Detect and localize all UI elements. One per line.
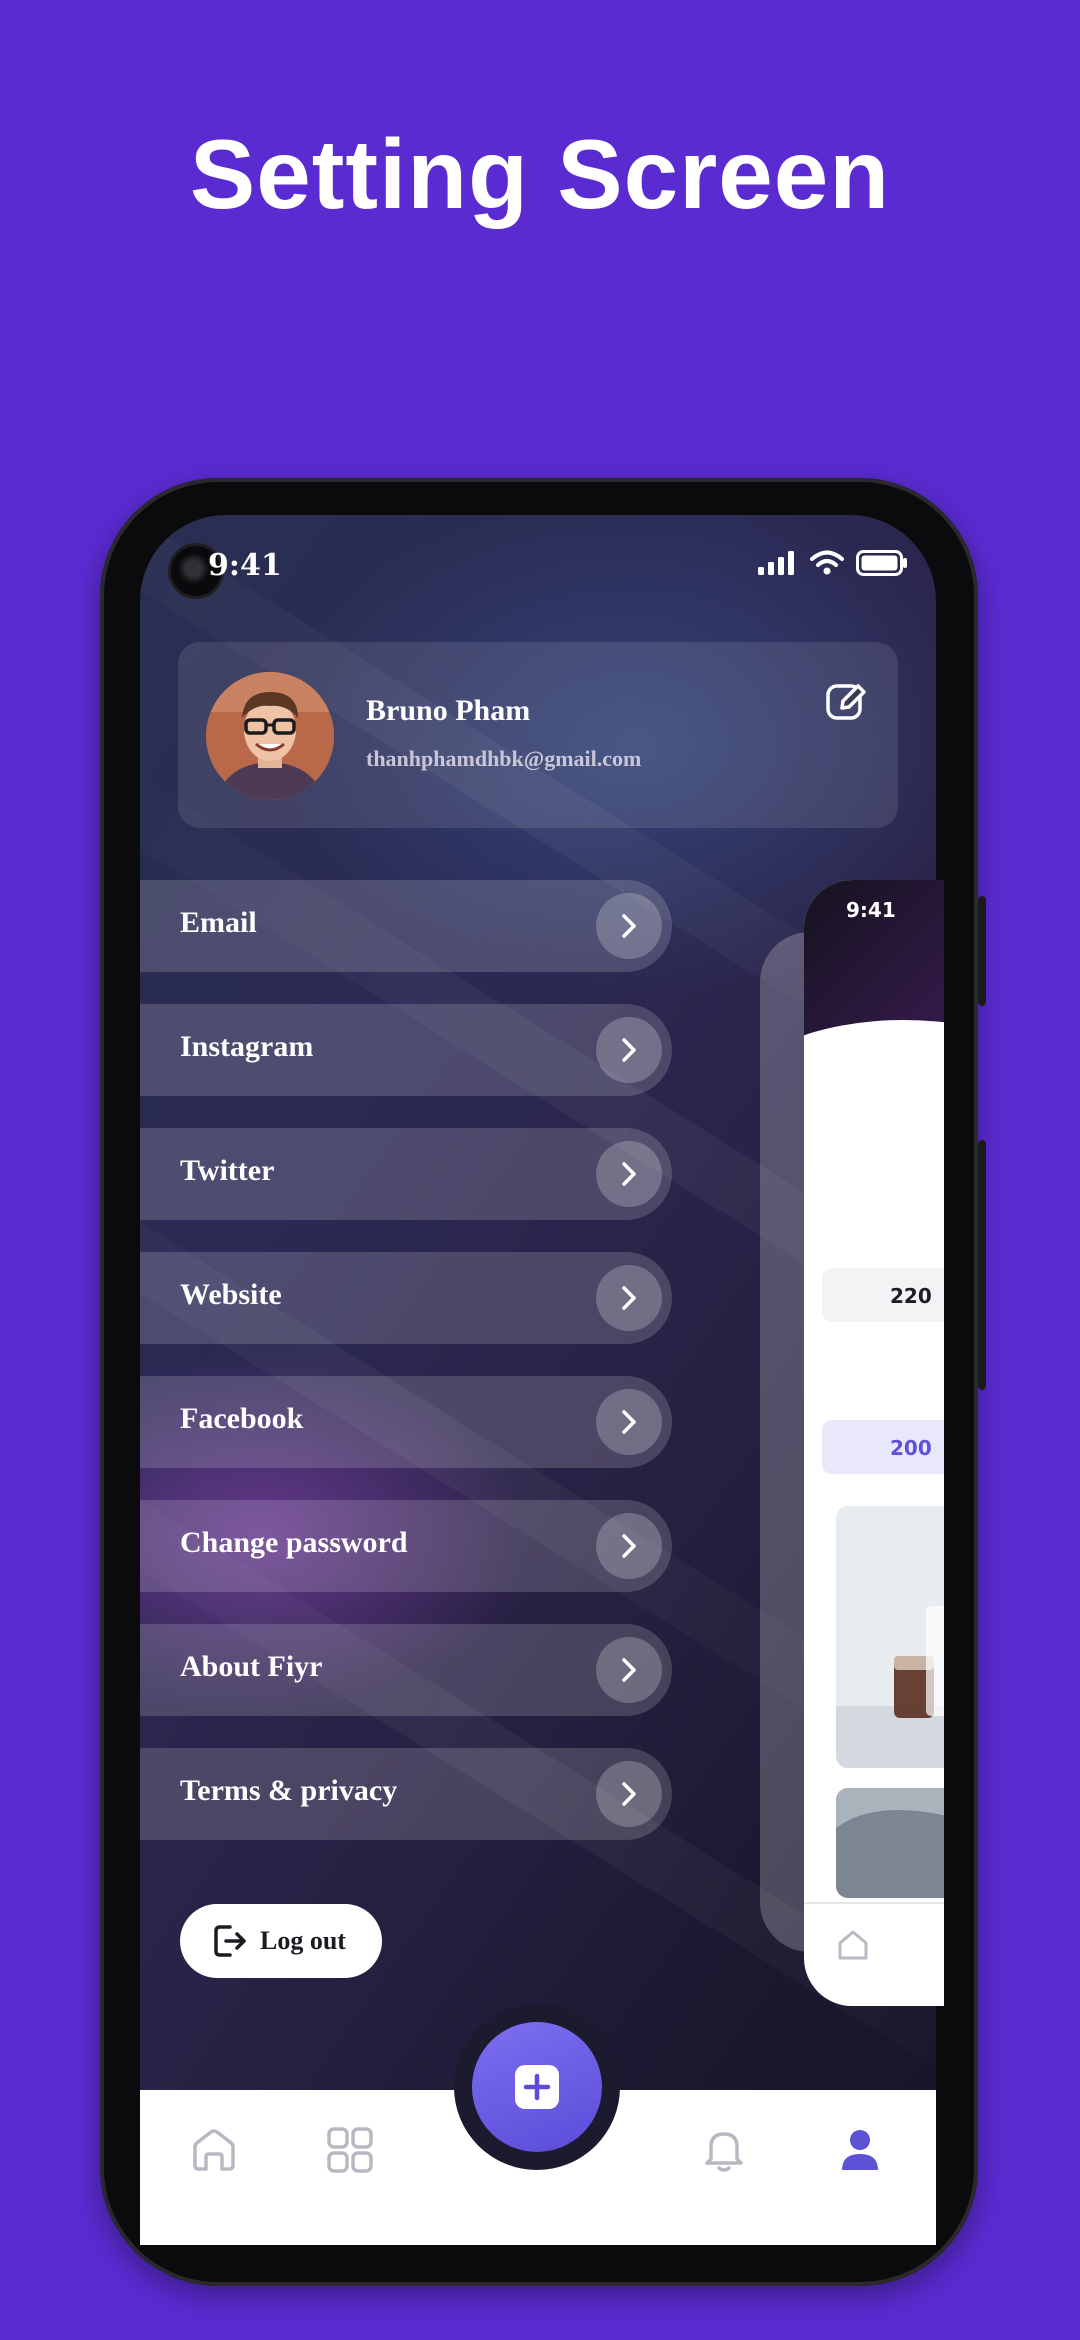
home-icon: [193, 2129, 235, 2171]
chevron-right-icon: [596, 1017, 662, 1083]
chevron-right-icon: [596, 893, 662, 959]
menu-item-label: Instagram: [180, 1030, 314, 1063]
preview-stat-1: 220: [822, 1268, 944, 1322]
chevron-right-icon: [596, 1389, 662, 1455]
chevron-right-icon: [596, 1761, 662, 1827]
menu-item-change-password[interactable]: Change password: [140, 1500, 672, 1592]
menu-item-instagram[interactable]: Instagram: [140, 1004, 672, 1096]
nav-grid[interactable]: [322, 2122, 378, 2178]
profile-email: thanhphamdhbk@gmail.com: [366, 746, 642, 771]
profile-card: Bruno Pham thanhphamdhbk@gmail.com: [178, 642, 898, 828]
wifi-icon: [810, 550, 844, 575]
volume-button: [978, 896, 986, 1006]
logout-button[interactable]: Log out: [180, 1904, 382, 1978]
menu-item-about[interactable]: About Fiyr: [140, 1624, 672, 1716]
preview-time: 9:41: [846, 898, 896, 922]
edit-icon: [826, 684, 866, 720]
menu-item-label: Terms & privacy: [180, 1774, 398, 1807]
menu-item-label: Facebook: [180, 1402, 304, 1435]
menu-item-facebook[interactable]: Facebook: [140, 1376, 672, 1468]
nav-home[interactable]: [186, 2122, 242, 2178]
preview-photo-landscape: [836, 1788, 944, 1898]
menu-item-terms-privacy[interactable]: Terms & privacy: [140, 1748, 672, 1840]
chevron-right-icon: [596, 1141, 662, 1207]
power-button: [978, 1140, 986, 1390]
logout-icon: [214, 1925, 246, 1957]
menu-item-label: Email: [180, 906, 257, 939]
preview-photo-drink: [836, 1506, 944, 1768]
menu-item-email[interactable]: Email: [140, 880, 672, 972]
menu-item-label: About Fiyr: [180, 1650, 323, 1683]
chevron-right-icon: [596, 1513, 662, 1579]
chevron-right-icon: [596, 1265, 662, 1331]
menu-item-twitter[interactable]: Twitter: [140, 1128, 672, 1220]
menu-item-label: Twitter: [180, 1154, 275, 1187]
avatar[interactable]: [206, 672, 334, 800]
preview-home-icon: [838, 1930, 868, 1960]
preview-stat-2: 200: [822, 1420, 944, 1474]
chevron-right-icon: [596, 1637, 662, 1703]
signal-icon: [758, 551, 794, 575]
profile-name: Bruno Pham: [366, 694, 531, 727]
logout-label: Log out: [260, 1926, 346, 1955]
menu-item-label: Website: [180, 1278, 282, 1311]
bell-icon: [705, 2132, 743, 2172]
edit-profile-button[interactable]: [824, 680, 868, 724]
grid-icon: [327, 2127, 373, 2173]
add-button[interactable]: [472, 2022, 602, 2152]
page-headline: Setting Screen: [189, 119, 891, 229]
preview-card-front: 9:41 220 200: [804, 880, 944, 2006]
settings-menu: Email Instagram Twitter Website Facebook…: [140, 880, 672, 1872]
menu-item-label: Change password: [180, 1526, 408, 1559]
plus-icon: [515, 2065, 559, 2109]
nav-profile[interactable]: [832, 2122, 888, 2178]
status-time: 9:41: [208, 548, 282, 583]
nav-notifications[interactable]: [696, 2122, 752, 2178]
profile-icon: [842, 2130, 878, 2170]
menu-item-website[interactable]: Website: [140, 1252, 672, 1344]
battery-icon: [856, 550, 907, 576]
status-icons: [758, 550, 908, 576]
